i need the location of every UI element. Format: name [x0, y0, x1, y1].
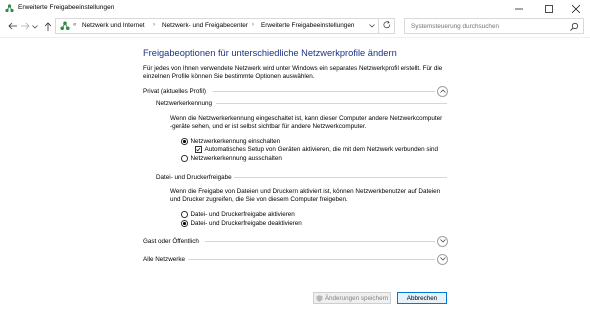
chevron-down-icon	[32, 24, 38, 31]
profile-private-label[interactable]: Privat (aktuelles Profil)	[143, 88, 206, 95]
chevron-down-icon	[369, 23, 375, 30]
window-title: Erweiterte Freigabeeinstellungen	[18, 4, 115, 11]
maximize-icon	[545, 5, 553, 13]
sharing-off-radio[interactable]	[181, 220, 188, 227]
divider	[213, 91, 435, 92]
divider	[0, 37, 590, 38]
breadcrumb-overflow-icon[interactable]: «	[73, 22, 76, 28]
page-title: Freigabeoptionen für unterschiedliche Ne…	[143, 48, 397, 58]
arrow-up-icon	[44, 21, 52, 33]
cancel-button[interactable]: Abbrechen	[397, 292, 447, 304]
divider	[216, 103, 447, 104]
address-dropdown-button[interactable]	[366, 21, 378, 31]
maximize-button[interactable]	[535, 0, 563, 18]
minimize-button[interactable]	[505, 0, 533, 18]
discovery-on-radio[interactable]	[181, 138, 188, 145]
chevron-down-icon	[439, 256, 446, 263]
expand-all-button[interactable]	[437, 254, 448, 265]
save-changes-button[interactable]: Änderungen speichern	[313, 292, 391, 304]
close-icon	[572, 5, 580, 13]
forward-button[interactable]	[19, 21, 31, 33]
recent-locations-button[interactable]	[31, 21, 39, 33]
breadcrumb-network-internet[interactable]: Netzwerk und Internet	[82, 22, 145, 29]
chevron-up-icon	[439, 88, 446, 95]
profile-guest-label[interactable]: Gast oder Öffentlich	[143, 238, 199, 245]
chevron-down-icon	[439, 238, 446, 245]
network-sharing-icon	[5, 4, 14, 13]
refresh-icon	[383, 21, 391, 31]
sharing-on-option[interactable]: Datei- und Druckerfreigabe aktivieren	[181, 211, 295, 218]
profile-all-label[interactable]: Alle Netzwerke	[143, 256, 185, 263]
discovery-off-radio[interactable]	[181, 155, 188, 162]
arrow-left-icon	[7, 22, 17, 32]
network-sharing-icon	[60, 21, 70, 31]
divider	[234, 177, 447, 178]
file-sharing-description: Wenn die Freigabe von Dateien und Drucke…	[170, 188, 441, 203]
breadcrumb-sharing-center[interactable]: Netzwerk- und Freigabecenter	[162, 22, 248, 29]
search-input[interactable]	[405, 19, 567, 33]
address-bar[interactable]: « Netzwerk und Internet › Netzwerk- und …	[55, 18, 395, 34]
divider	[205, 241, 435, 242]
sharing-on-radio[interactable]	[181, 211, 188, 218]
expand-guest-button[interactable]	[437, 236, 448, 247]
network-discovery-title: Netzwerkerkennung	[156, 100, 213, 107]
minimize-icon	[515, 5, 523, 13]
intro-text: Für jedes von Ihnen verwendete Netzwerk …	[143, 65, 443, 80]
collapse-private-button[interactable]	[437, 86, 448, 97]
sharing-off-option[interactable]: Datei- und Druckerfreigabe deaktivieren	[181, 220, 302, 227]
file-sharing-title: Datei- und Druckerfreigabe	[156, 174, 232, 181]
divider	[188, 259, 435, 260]
arrow-right-icon	[20, 22, 30, 32]
breadcrumb-advanced-sharing[interactable]: Erweiterte Freigabeeinstellungen	[261, 22, 354, 29]
search-box[interactable]	[404, 18, 584, 34]
discovery-off-option[interactable]: Netzwerkerkennung ausschalten	[181, 155, 282, 162]
network-discovery-description: Wenn die Netzwerkerkennung eingeschaltet…	[170, 115, 443, 130]
auto-setup-checkbox[interactable]	[195, 146, 202, 153]
auto-setup-option[interactable]: Automatisches Setup von Geräten aktivier…	[195, 146, 438, 153]
up-button[interactable]	[42, 21, 54, 33]
chevron-right-icon[interactable]: ›	[252, 22, 254, 28]
close-button[interactable]	[562, 0, 590, 18]
uac-shield-icon	[316, 294, 323, 302]
title-bar: Erweiterte Freigabeeinstellungen	[0, 0, 590, 18]
discovery-on-option[interactable]: Netzwerkerkennung einschalten	[181, 138, 280, 145]
refresh-button[interactable]	[378, 18, 395, 34]
back-button[interactable]	[6, 21, 18, 33]
chevron-right-icon[interactable]: ›	[153, 22, 155, 28]
search-icon[interactable]	[570, 22, 579, 31]
